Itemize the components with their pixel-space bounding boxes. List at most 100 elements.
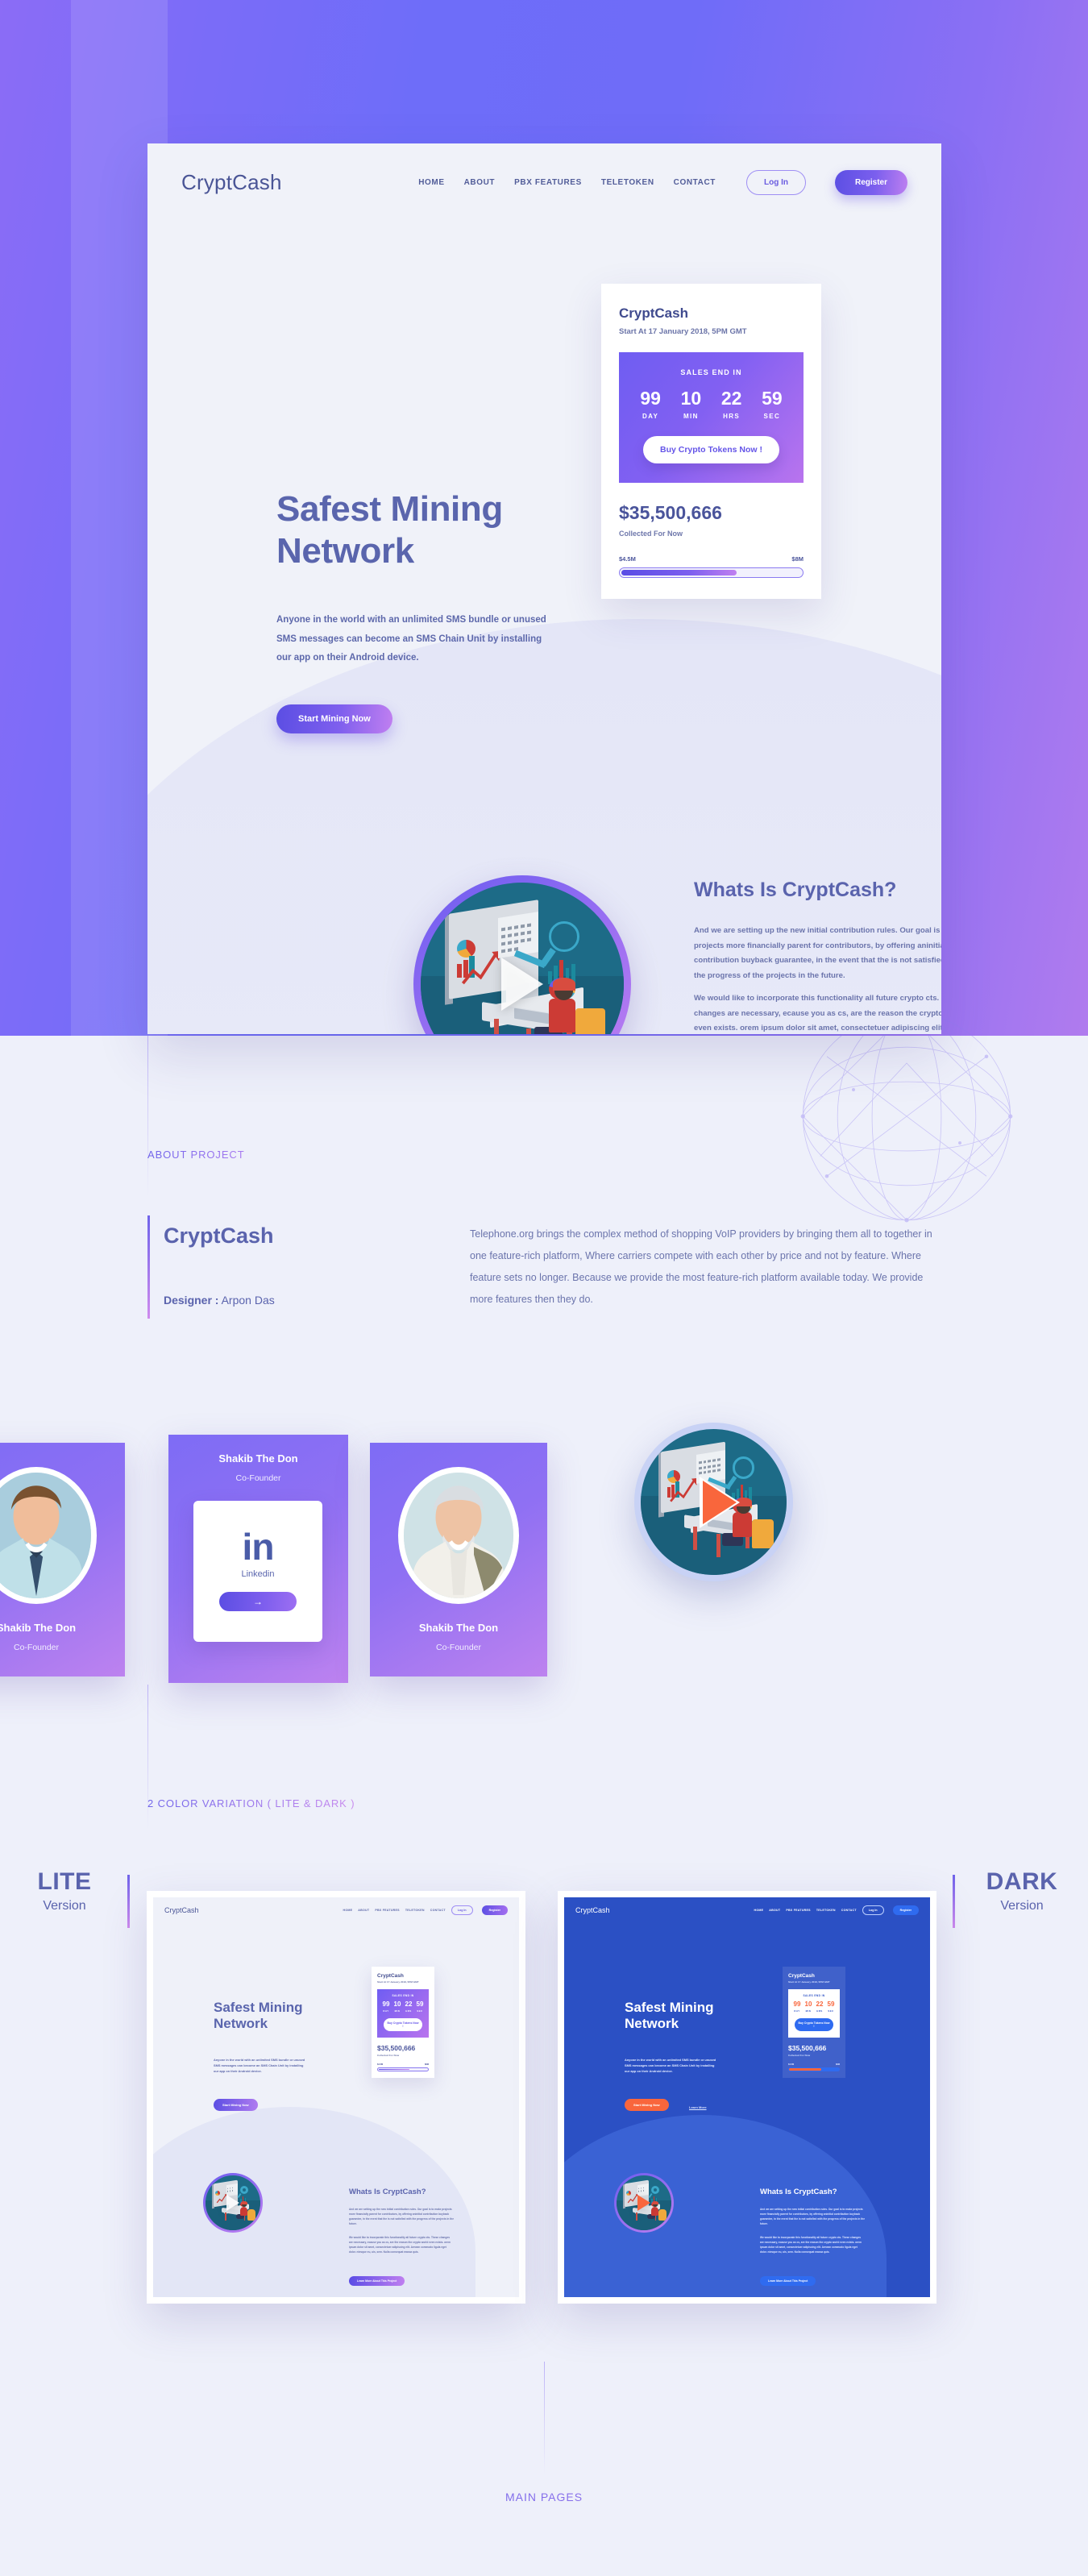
mock-start-button: Start Mining Now (214, 2099, 258, 2111)
brand-logo[interactable]: CryptCash (181, 170, 282, 195)
mock-sec-value: 59 (827, 2001, 835, 2008)
countdown-sec-value: 59 (762, 388, 783, 409)
mock-range-min: $4.5M (788, 2063, 795, 2066)
nav-item-contact[interactable]: CONTACT (674, 178, 716, 187)
mock-progress-bar (377, 2067, 429, 2071)
mock-sec-label: SEC (828, 2009, 834, 2013)
nav-links: HOME ABOUT PBX FEATURES TELETOKEN CONTAC… (418, 169, 941, 195)
mock-hrs-label: HRS (405, 2009, 412, 2013)
play-icon[interactable] (702, 1480, 737, 1524)
mock-brand: CryptCash (164, 1906, 199, 1914)
countdown-hrs-label: HRS (723, 413, 741, 420)
mock-nav-pbx: PBX FEATURES (375, 1909, 400, 1912)
mock-ico-card: CryptCash Start At 17 January 2018, 5PM … (783, 1967, 845, 2078)
person-portrait-senior (404, 1473, 513, 1598)
mock-ico-title: CryptCash (788, 1973, 815, 1979)
buy-tokens-button[interactable]: Buy Crypto Tokens Now ! (643, 436, 779, 463)
mock-video-inner (617, 2175, 671, 2230)
mock-ico-date: Start At 17 January 2018, 5PM GMT (788, 1980, 830, 1984)
countdown-panel: SALES END IN 99 DAY 10 MIN 22 HRS 59 SEC… (619, 352, 804, 483)
mock-countdown: SALES END IN 99 DAY 10 MIN 22 HRS 59 SEC Buy… (788, 1989, 840, 2038)
dark-accent-bar (953, 1875, 955, 1928)
mock-progress-fill (789, 2068, 821, 2071)
mock-whats-is-p1: And we are setting up the new initial co… (760, 2208, 865, 2225)
mock-day-label: DAY (383, 2009, 389, 2013)
team-card[interactable]: Shakib The Don Co-Founder (370, 1443, 547, 1676)
hero-title: Safest Mining Network (276, 489, 503, 571)
mock-amount: $35,500,666 (788, 2044, 827, 2052)
nav-item-home[interactable]: HOME (418, 178, 444, 187)
hero-subtitle: Anyone in the world with an unlimited SM… (276, 615, 546, 663)
about-section-label: ABOUT PROJECT (147, 1149, 245, 1161)
mock-ico-card: CryptCash Start At 17 January 2018, 5PM … (372, 1967, 434, 2078)
countdown-unit-min: 10 MIN (681, 389, 702, 421)
feature-video-circle[interactable] (634, 1423, 793, 1581)
mock-hero-subtitle: Anyone in the world with an unlimited SM… (214, 2058, 305, 2074)
mock-nav-links: HOME ABOUT PBX FEATURES TELETOKEN CONTAC… (343, 1905, 520, 1915)
play-icon[interactable] (501, 958, 543, 1011)
mock-buy-button: Buy Crypto Tokens Now ! (384, 2018, 422, 2031)
play-icon (637, 2195, 650, 2211)
mock-whats-is-p1: And we are setting up the new initial co… (349, 2208, 454, 2225)
team-card[interactable]: Shakib The Don Co-Founder (0, 1443, 125, 1676)
mock-range: $4.5M $8M (377, 2063, 429, 2066)
lite-version-subtitle: Version (43, 1899, 86, 1913)
video-thumbnail-inner (421, 883, 624, 1034)
start-mining-button[interactable]: Start Mining Now (276, 704, 392, 733)
mock-range-max: $8M (424, 2063, 429, 2066)
about-designer-label: Designer : (164, 1294, 219, 1307)
about-designer: Designer : Arpon Das (164, 1294, 275, 1307)
mock-hero-subtitle: Anyone in the world with an unlimited SM… (625, 2058, 716, 2074)
register-button[interactable]: Register (834, 169, 907, 195)
linkedin-arrow-button[interactable]: → (219, 1592, 297, 1612)
mock-nav-home: HOME (754, 1909, 764, 1912)
play-icon (226, 2195, 239, 2211)
mock-min-label: MIN (805, 2009, 812, 2013)
avatar-photo (404, 1473, 513, 1598)
nav-item-about[interactable]: ABOUT (464, 178, 496, 187)
mock-range-min: $4.5M (377, 2063, 384, 2066)
ico-countdown-card: CryptCash Start At 17 January 2018, 5PM … (601, 284, 821, 599)
mock-hero-title: Safest Mining Network (625, 2000, 714, 2032)
countdown-hrs-value: 22 (720, 388, 742, 409)
divider-line-footer (544, 2362, 545, 2474)
collected-caption: Collected For Now (619, 530, 683, 538)
mock-register-button: Register (892, 1905, 919, 1915)
team-member-name: Shakib The Don (0, 1622, 77, 1634)
divider-line-about (147, 1036, 148, 1197)
mock-login-button: Log In (862, 1905, 884, 1915)
login-button[interactable]: Log In (745, 169, 806, 195)
dark-version-mockup[interactable]: CryptCash HOME ABOUT PBX FEATURES TELETO… (558, 1891, 936, 2304)
countdown-unit-hrs: 22 HRS (720, 388, 742, 421)
mock-video-circle (614, 2173, 674, 2233)
countdown-sec-label: SEC (763, 413, 781, 420)
whats-is-title: Whats Is CryptCash? (694, 879, 897, 901)
site-navbar: CryptCash HOME ABOUT PBX FEATURES TELETO… (147, 143, 941, 221)
team-member-role: Co-Founder (235, 1473, 281, 1483)
team-member-name: Shakib The Don (218, 1452, 298, 1465)
mock-navbar: CryptCash HOME ABOUT PBX FEATURES TELETO… (564, 1897, 930, 1923)
main-pages-label: MAIN PAGES (0, 2491, 1088, 2503)
mock-amount-caption: Collected For Now (788, 2054, 811, 2057)
mock-start-button: Start Mining Now (625, 2099, 669, 2111)
mock-progress-fill (379, 2069, 410, 2070)
mock-range: $4.5M $8M (788, 2063, 840, 2066)
funding-progress-bar (619, 567, 804, 578)
avatar (398, 1467, 519, 1604)
mock-range-max: $8M (835, 2063, 840, 2066)
ico-card-start-date: Start At 17 January 2018, 5PM GMT (619, 327, 747, 336)
mock-min-label: MIN (394, 2009, 401, 2013)
video-thumbnail-circle[interactable] (413, 875, 631, 1034)
linkedin-panel[interactable]: in Linkedin → (193, 1501, 322, 1642)
lite-version-mockup[interactable]: CryptCash HOME ABOUT PBX FEATURES TELETO… (147, 1891, 525, 2304)
nav-item-teletoken[interactable]: TELETOKEN (601, 178, 654, 187)
avatar-photo (0, 1473, 91, 1598)
nav-item-pbx-features[interactable]: PBX FEATURES (514, 178, 582, 187)
page-root: CryptCash HOME ABOUT PBX FEATURES TELETO… (0, 0, 1088, 2576)
mock-sec-value: 59 (416, 2001, 424, 2008)
mock-progress-bar (788, 2067, 840, 2071)
mock-sales-end: SALES END IN (803, 1994, 825, 1997)
team-card-linkedin[interactable]: Shakib The Don Co-Founder in Linkedin → (168, 1435, 348, 1683)
mock-sales-end: SALES END IN (392, 1994, 414, 1997)
linkedin-label: Linkedin (241, 1569, 275, 1580)
